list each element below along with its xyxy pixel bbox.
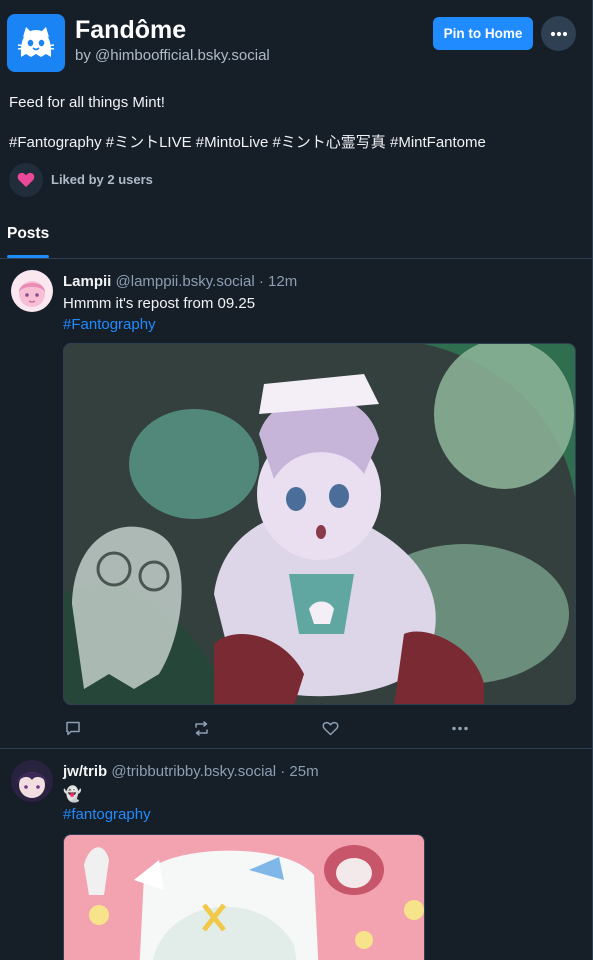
post-image[interactable] <box>63 834 425 960</box>
post-item[interactable]: jw/trib @tribbutribby.bsky.social · 25m … <box>0 749 592 960</box>
ellipsis-icon <box>550 31 567 36</box>
avatar[interactable] <box>11 760 53 802</box>
feed-byline[interactable]: by @himboofficial.bsky.social <box>75 47 270 64</box>
post-hashtag[interactable]: #fantography <box>63 806 151 823</box>
like-button[interactable] <box>320 718 340 738</box>
post-text: 👻 <box>63 786 82 803</box>
post-actions <box>63 718 483 738</box>
feed-description: Feed for all things Mint! <box>9 94 165 111</box>
ellipsis-icon <box>452 726 468 730</box>
reply-button[interactable] <box>63 718 83 738</box>
heart-outline-icon <box>322 721 338 735</box>
pin-to-home-button[interactable]: Pin to Home <box>433 17 533 50</box>
repost-icon <box>194 720 208 736</box>
feed-avatar[interactable] <box>7 14 65 72</box>
feed-title: Fandôme <box>75 16 187 44</box>
heart-icon <box>17 172 35 187</box>
post-handle[interactable]: @tribbutribby.bsky.social · 25m <box>111 763 318 780</box>
post-more-button[interactable] <box>450 718 470 738</box>
reply-icon <box>66 721 80 735</box>
post-header: Lampii @lamppii.bsky.social · 12m <box>63 273 297 290</box>
avatar[interactable] <box>11 270 53 312</box>
feed-hashtags: #Fantography #ミントLIVE #MintoLive #ミント心霊写… <box>9 134 486 151</box>
more-options-button[interactable] <box>541 16 576 51</box>
post-handle[interactable]: @lamppii.bsky.social · 12m <box>116 273 298 290</box>
feed-tabs: Posts <box>0 214 592 259</box>
post-header: jw/trib @tribbutribby.bsky.social · 25m <box>63 763 319 780</box>
repost-button[interactable] <box>191 718 211 738</box>
post-hashtag[interactable]: #Fantography <box>63 316 156 333</box>
liked-by-count[interactable]: Liked by 2 users <box>51 172 153 187</box>
post-illustration <box>64 835 424 960</box>
post-author[interactable]: Lampii <box>63 273 111 290</box>
post-illustration <box>64 344 575 704</box>
tab-posts-underline <box>7 255 49 258</box>
ghost-cat-icon <box>17 27 55 57</box>
post-text: Hmmm it's repost from 09.25 <box>63 295 256 312</box>
post-author[interactable]: jw/trib <box>63 763 107 780</box>
post-image[interactable] <box>63 343 576 705</box>
like-feed-button[interactable] <box>9 163 43 197</box>
tab-posts[interactable]: Posts <box>7 225 49 243</box>
post-item[interactable]: Lampii @lamppii.bsky.social · 12m Hmmm i… <box>0 259 592 749</box>
